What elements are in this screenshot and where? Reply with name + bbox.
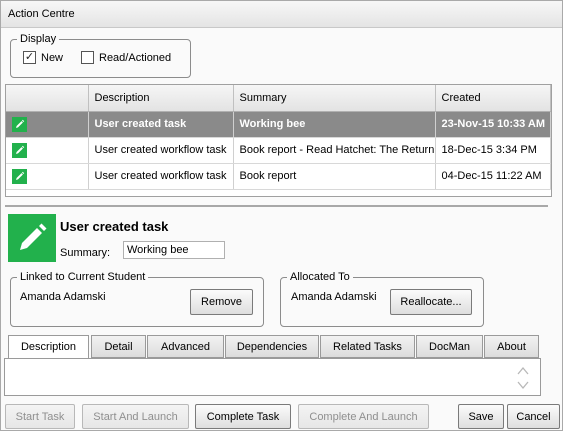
summary-input[interactable]: Working bee (123, 241, 225, 259)
window-title: Action Centre (8, 8, 75, 20)
new-checkbox[interactable]: ✓ New (23, 51, 63, 64)
panel-splitter[interactable] (5, 205, 548, 207)
row-created: 04-Dec-15 11:22 AM (435, 163, 551, 190)
row-summary: Book report - Read Hatchet: The Return (233, 137, 436, 164)
row-description: User created workflow task (88, 137, 234, 164)
title-bar: Action Centre (1, 1, 562, 28)
column-header-description[interactable]: Description (88, 85, 234, 112)
table-row[interactable]: User created workflow task Book report 0… (6, 163, 551, 190)
table-row[interactable]: User created workflow task Book report -… (6, 137, 551, 164)
row-created: 23-Nov-15 10:33 AM (435, 111, 551, 138)
task-grid: Description Summary Created User created… (5, 84, 552, 197)
read-actioned-checkbox-label: Read/Actioned (99, 51, 172, 64)
row-summary: Working bee (233, 111, 436, 138)
row-icon-cell (6, 111, 89, 138)
linked-student-name: Amanda Adamski (20, 291, 106, 303)
column-header-summary[interactable]: Summary (233, 85, 436, 112)
row-icon-cell (6, 163, 89, 190)
save-button[interactable]: Save (458, 404, 504, 429)
panel-scroll-arrows[interactable] (516, 363, 530, 393)
cancel-button[interactable]: Cancel (507, 404, 560, 429)
read-actioned-checkbox[interactable]: Read/Actioned (81, 51, 171, 64)
pencil-icon (12, 142, 27, 158)
row-created: 18-Dec-15 3:34 PM (435, 137, 551, 164)
column-header-icon[interactable] (6, 85, 89, 112)
complete-and-launch-button[interactable]: Complete And Launch (298, 404, 429, 429)
action-centre-window: Action Centre Display ✓ New Read/Actione… (0, 0, 563, 431)
row-description: User created workflow task (88, 163, 234, 190)
row-description: User created task (88, 111, 234, 138)
tab-advanced[interactable]: Advanced (147, 335, 224, 358)
read-actioned-checkbox-box[interactable] (81, 51, 94, 64)
allocated-to-legend: Allocated To (290, 271, 350, 283)
table-row[interactable]: User created task Working bee 23-Nov-15 … (6, 111, 551, 138)
pencil-icon (12, 168, 27, 184)
tab-about[interactable]: About (484, 335, 539, 358)
summary-label: Summary: (60, 247, 111, 259)
complete-task-button[interactable]: Complete Task (195, 404, 291, 429)
new-checkbox-box[interactable]: ✓ (23, 51, 36, 64)
reallocate-button[interactable]: Reallocate... (390, 289, 472, 315)
start-task-button[interactable]: Start Task (5, 404, 75, 429)
column-header-created[interactable]: Created (435, 85, 551, 112)
tab-related-tasks[interactable]: Related Tasks (320, 335, 415, 358)
grid-header-row: Description Summary Created (6, 85, 551, 112)
new-checkbox-label: New (41, 51, 64, 64)
pencil-icon (12, 116, 27, 132)
row-icon-cell (6, 137, 89, 164)
tab-detail[interactable]: Detail (91, 335, 146, 358)
task-pencil-icon (8, 214, 56, 262)
task-title: User created task (60, 219, 169, 234)
linked-student-legend: Linked to Current Student (20, 271, 146, 283)
description-panel[interactable] (4, 358, 541, 396)
tab-description[interactable]: Description (8, 335, 89, 359)
remove-button[interactable]: Remove (190, 289, 253, 315)
display-legend: Display (20, 33, 57, 45)
start-and-launch-button[interactable]: Start And Launch (82, 404, 189, 429)
row-summary: Book report (233, 163, 436, 190)
tab-docman[interactable]: DocMan (416, 335, 483, 358)
allocated-to-name: Amanda Adamski (291, 291, 377, 303)
tab-dependencies[interactable]: Dependencies (225, 335, 319, 358)
